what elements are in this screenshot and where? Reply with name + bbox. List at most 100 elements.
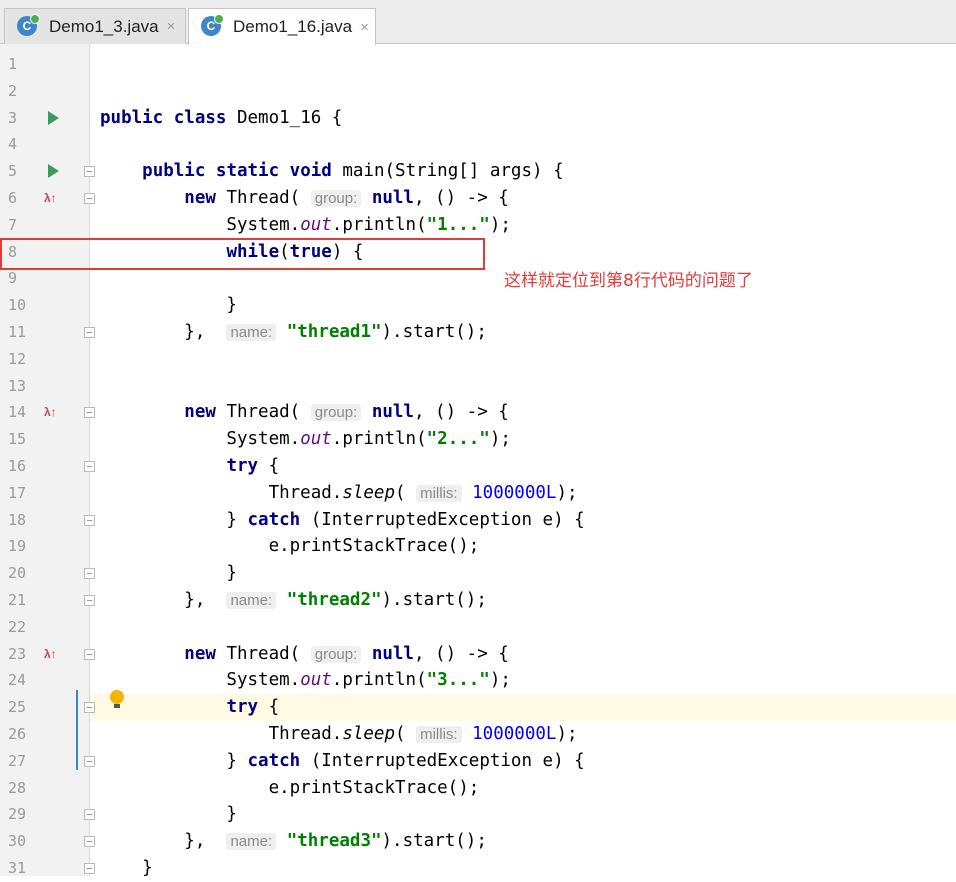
line-number: 5 bbox=[8, 162, 18, 181]
fold-marker-icon[interactable] bbox=[84, 461, 95, 472]
annotation-text: 这样就定位到第8行代码的问题了 bbox=[504, 271, 753, 291]
code-line[interactable]: 29 } bbox=[0, 801, 956, 828]
line-number: 21 bbox=[8, 591, 27, 609]
line-number: 10 bbox=[8, 296, 27, 315]
code-line[interactable]: 20 } bbox=[0, 560, 956, 587]
tab-label: Demo1_16.java bbox=[233, 17, 353, 36]
lambda-override-icon[interactable]: λ↑ bbox=[44, 399, 57, 426]
code-line[interactable]: 22 bbox=[0, 614, 956, 641]
code-text: e.printStackTrace(); bbox=[100, 536, 480, 557]
fold-marker-icon[interactable] bbox=[84, 702, 95, 714]
line-number: 26 bbox=[8, 725, 27, 743]
fold-marker-icon[interactable] bbox=[84, 836, 95, 848]
fold-marker-icon[interactable] bbox=[84, 595, 95, 606]
code-line[interactable]: 2 bbox=[0, 78, 956, 105]
line-number: 18 bbox=[8, 510, 27, 529]
fold-marker-icon[interactable] bbox=[84, 166, 95, 178]
line-number: 20 bbox=[8, 564, 27, 583]
tab-demo1-16[interactable]: C Demo1_16.java × bbox=[188, 8, 376, 45]
code-text: } bbox=[100, 804, 237, 825]
line-number: 27 bbox=[8, 751, 27, 770]
fold-marker-icon[interactable] bbox=[84, 863, 95, 874]
line-number: 14 bbox=[8, 403, 27, 422]
code-text: e.printStackTrace(); bbox=[100, 777, 480, 798]
line-number: 24 bbox=[8, 671, 27, 690]
run-gutter-icon[interactable] bbox=[48, 164, 59, 179]
tab-demo1-3[interactable]: C Demo1_3.java × bbox=[4, 8, 186, 44]
code-text: } bbox=[100, 295, 237, 316]
fold-marker-icon[interactable] bbox=[84, 327, 95, 338]
code-line[interactable]: 25 try { bbox=[0, 694, 956, 721]
editor-tab-bar: C Demo1_3.java × C Demo1_16.java × bbox=[0, 0, 956, 45]
lambda-override-icon[interactable]: λ↑ bbox=[44, 185, 57, 212]
code-line[interactable]: 13 bbox=[0, 373, 956, 400]
code-line[interactable]: 21 }, name: "thread2").start(); bbox=[0, 587, 956, 614]
fold-marker-icon[interactable] bbox=[84, 193, 95, 204]
intention-bulb-icon[interactable] bbox=[110, 690, 124, 708]
fold-marker-icon[interactable] bbox=[84, 568, 95, 580]
code-text: System.out.println("3..."); bbox=[100, 670, 511, 691]
code-line[interactable]: 15 System.out.println("2..."); bbox=[0, 426, 956, 453]
line-number: 30 bbox=[8, 832, 27, 851]
line-number: 17 bbox=[8, 483, 27, 502]
code-text: } bbox=[100, 563, 237, 584]
code-line[interactable]: 7 System.out.println("1..."); bbox=[0, 212, 956, 239]
code-line[interactable]: 18 } catch (InterruptedException e) { bbox=[0, 507, 956, 534]
code-line[interactable]: 31 } bbox=[0, 855, 956, 882]
code-text: }, name: "thread2").start(); bbox=[100, 590, 487, 610]
change-marker bbox=[76, 690, 78, 770]
code-text: try { bbox=[226, 697, 280, 718]
code-line[interactable]: 19 e.printStackTrace(); bbox=[0, 533, 956, 560]
code-text: }, name: "thread1").start(); bbox=[100, 322, 487, 342]
code-line[interactable]: 12 bbox=[0, 346, 956, 373]
code-text: Thread.sleep( millis: 1000000L); bbox=[100, 482, 578, 503]
code-text: System.out.println("1..."); bbox=[100, 214, 511, 235]
close-icon[interactable]: × bbox=[167, 18, 176, 35]
code-line[interactable]: 1 bbox=[0, 51, 956, 78]
code-line[interactable]: 23 λ↑ new Thread( group: null, () -> { bbox=[0, 641, 956, 668]
code-line[interactable]: 24 System.out.println("3..."); bbox=[0, 667, 956, 694]
code-line[interactable]: 5 public static void main(String[] args)… bbox=[0, 158, 956, 185]
run-gutter-icon[interactable] bbox=[48, 110, 59, 125]
code-line[interactable]: 14 λ↑ new Thread( group: null, () -> { bbox=[0, 399, 956, 426]
line-number: 7 bbox=[8, 215, 18, 234]
line-number: 31 bbox=[8, 859, 27, 877]
code-line[interactable]: 10 } bbox=[0, 292, 956, 319]
close-icon[interactable]: × bbox=[360, 19, 369, 36]
line-number: 16 bbox=[8, 457, 27, 475]
line-number: 12 bbox=[8, 349, 27, 368]
code-text: try { bbox=[226, 456, 280, 476]
code-line[interactable]: 28 e.printStackTrace(); bbox=[0, 775, 956, 802]
fold-marker-icon[interactable] bbox=[84, 755, 95, 767]
code-text: public class Demo1_16 { bbox=[100, 107, 343, 128]
code-line[interactable]: 30 }, name: "thread3").start(); bbox=[0, 828, 956, 855]
code-line[interactable]: 4 bbox=[0, 131, 956, 158]
code-text: new Thread( group: null, () -> { bbox=[184, 188, 509, 208]
code-text: new Thread( group: null, () -> { bbox=[184, 402, 509, 423]
code-line[interactable]: 6 λ↑ new Thread( group: null, () -> { bbox=[0, 185, 956, 212]
fold-marker-icon[interactable] bbox=[84, 648, 95, 660]
code-line[interactable]: 27 } catch (InterruptedException e) { bbox=[0, 748, 956, 775]
code-line[interactable]: 16 try { bbox=[0, 453, 956, 480]
code-line[interactable]: 11 }, name: "thread1").start(); bbox=[0, 319, 956, 346]
code-text: Thread.sleep( millis: 1000000L); bbox=[100, 724, 578, 744]
line-number: 29 bbox=[8, 805, 27, 824]
java-class-icon: C bbox=[201, 14, 224, 36]
fold-marker-icon[interactable] bbox=[84, 809, 95, 821]
highlight-box bbox=[0, 238, 485, 270]
line-number: 15 bbox=[8, 430, 27, 449]
line-number: 23 bbox=[8, 644, 27, 663]
code-text: System.out.println("2..."); bbox=[100, 429, 511, 450]
line-number: 19 bbox=[8, 537, 27, 556]
lambda-override-icon[interactable]: λ↑ bbox=[44, 641, 57, 668]
code-line[interactable]: 26 Thread.sleep( millis: 1000000L); bbox=[0, 721, 956, 748]
fold-marker-icon[interactable] bbox=[84, 407, 95, 419]
line-number: 28 bbox=[8, 778, 27, 797]
code-line[interactable]: 17 Thread.sleep( millis: 1000000L); bbox=[0, 480, 956, 507]
java-class-icon: C bbox=[17, 14, 40, 36]
code-text: public static void main(String[] args) { bbox=[142, 161, 564, 182]
code-text: }, name: "thread3").start(); bbox=[100, 831, 487, 852]
line-number: 11 bbox=[8, 323, 27, 341]
code-line[interactable]: 3 public class Demo1_16 { bbox=[0, 105, 956, 132]
fold-marker-icon[interactable] bbox=[84, 514, 95, 526]
